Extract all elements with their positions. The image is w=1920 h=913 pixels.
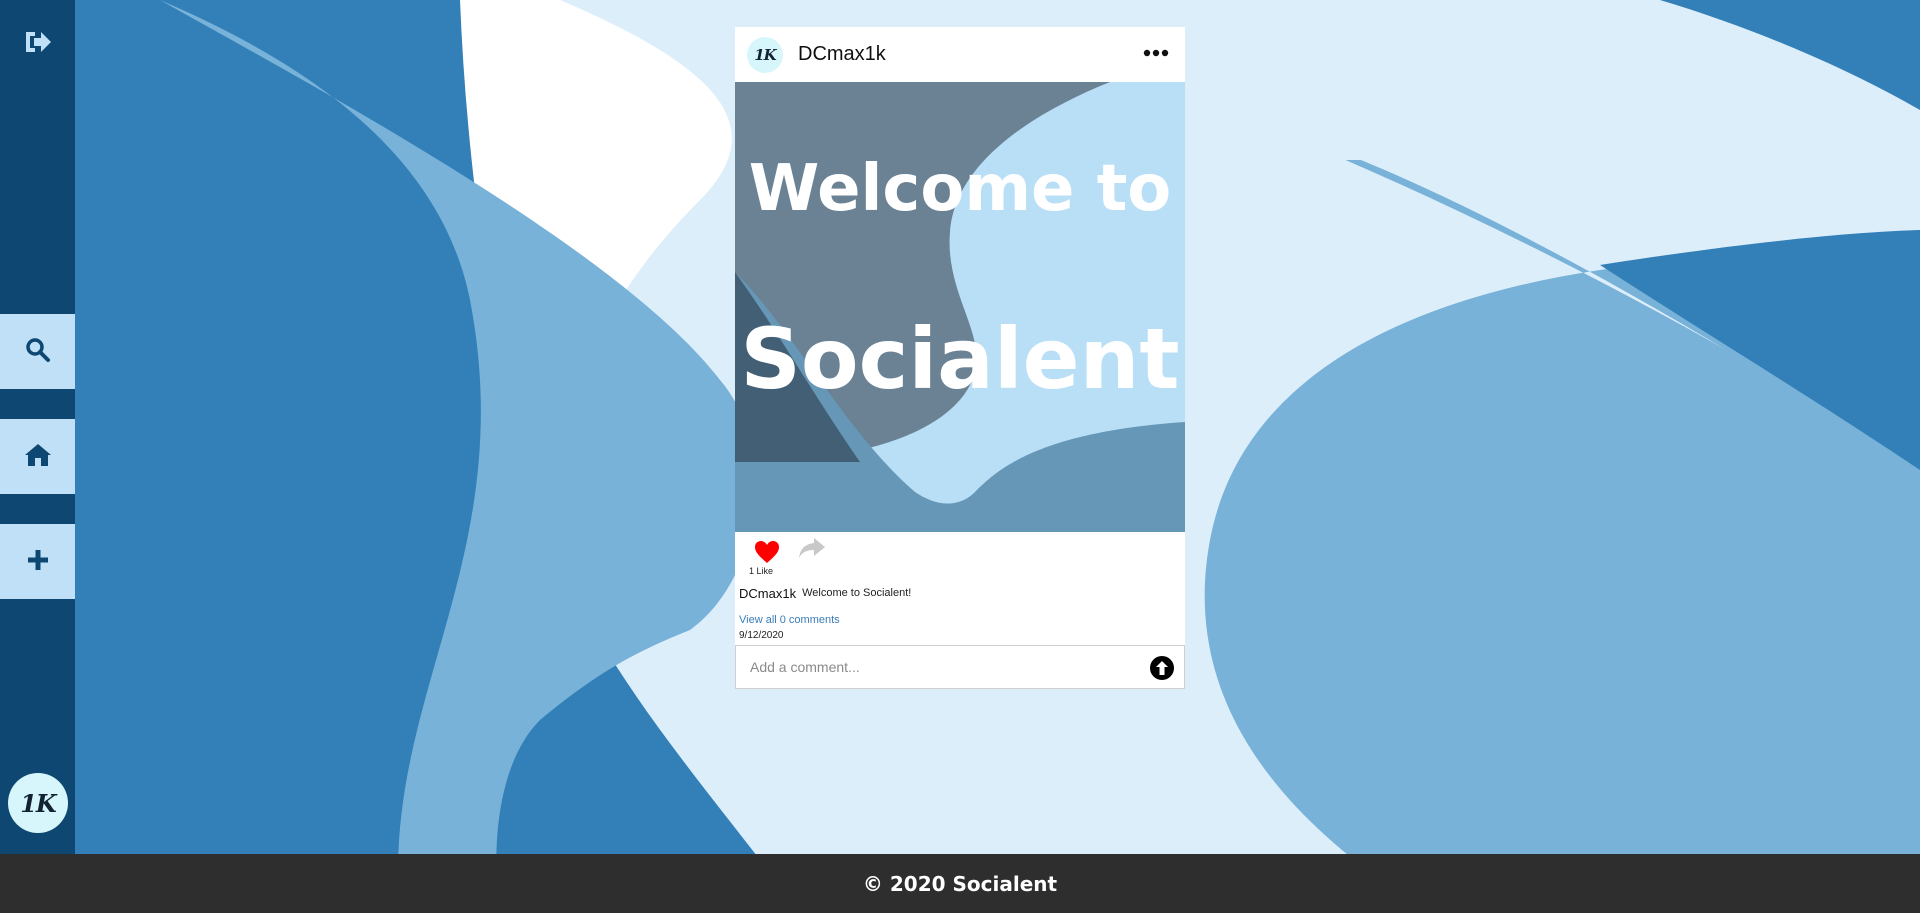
sidebar-item-search[interactable]	[0, 314, 75, 389]
like-count: 1 Like	[749, 566, 774, 576]
send-comment-button[interactable]	[1150, 656, 1174, 680]
post-avatar-text: 1K	[754, 45, 777, 64]
more-options-button[interactable]	[1143, 45, 1169, 59]
like-button[interactable]	[753, 538, 781, 566]
post-username[interactable]: DCmax1k	[798, 43, 886, 66]
logout-icon	[22, 28, 54, 60]
post-image-text-line2: Socialent	[740, 310, 1180, 408]
footer: © 2020 Socialent	[0, 854, 1920, 913]
post-date: 9/12/2020	[735, 628, 1185, 645]
post-image-art	[735, 82, 1185, 532]
post-avatar[interactable]: 1K	[747, 36, 783, 73]
post-header: 1K DCmax1k	[735, 27, 1185, 82]
caption-username[interactable]: DCmax1k	[739, 586, 796, 601]
profile-avatar[interactable]: 1K	[8, 773, 68, 833]
post-caption: DCmax1k Welcome to Socialent!	[735, 580, 1185, 606]
avatar-text: 1K	[20, 788, 57, 818]
share-button[interactable]	[797, 536, 827, 562]
share-icon	[799, 538, 825, 558]
post-card: 1K DCmax1k Welcome to Socialent 1 Like D…	[735, 27, 1185, 689]
more-icon	[1143, 49, 1169, 57]
plus-icon	[26, 548, 50, 576]
heart-icon	[755, 541, 779, 563]
post-image[interactable]: Welcome to Socialent	[735, 82, 1185, 532]
comment-input[interactable]	[748, 646, 1142, 688]
arrow-up-icon	[1150, 656, 1174, 680]
home-icon	[24, 442, 52, 472]
sidebar-item-add[interactable]	[0, 524, 75, 599]
caption-text: Welcome to Socialent!	[802, 587, 912, 599]
sidebar-item-home[interactable]	[0, 419, 75, 494]
view-comments-link[interactable]: View all 0 comments	[735, 606, 1185, 628]
logout-button[interactable]	[0, 6, 75, 81]
sidebar: 1K	[0, 0, 75, 854]
post-actions: 1 Like	[735, 532, 1185, 580]
footer-copyright: © 2020 Socialent	[862, 871, 1058, 896]
search-icon	[25, 337, 51, 367]
comment-bar	[735, 645, 1185, 689]
post-image-text-line1: Welcome to	[748, 152, 1172, 226]
